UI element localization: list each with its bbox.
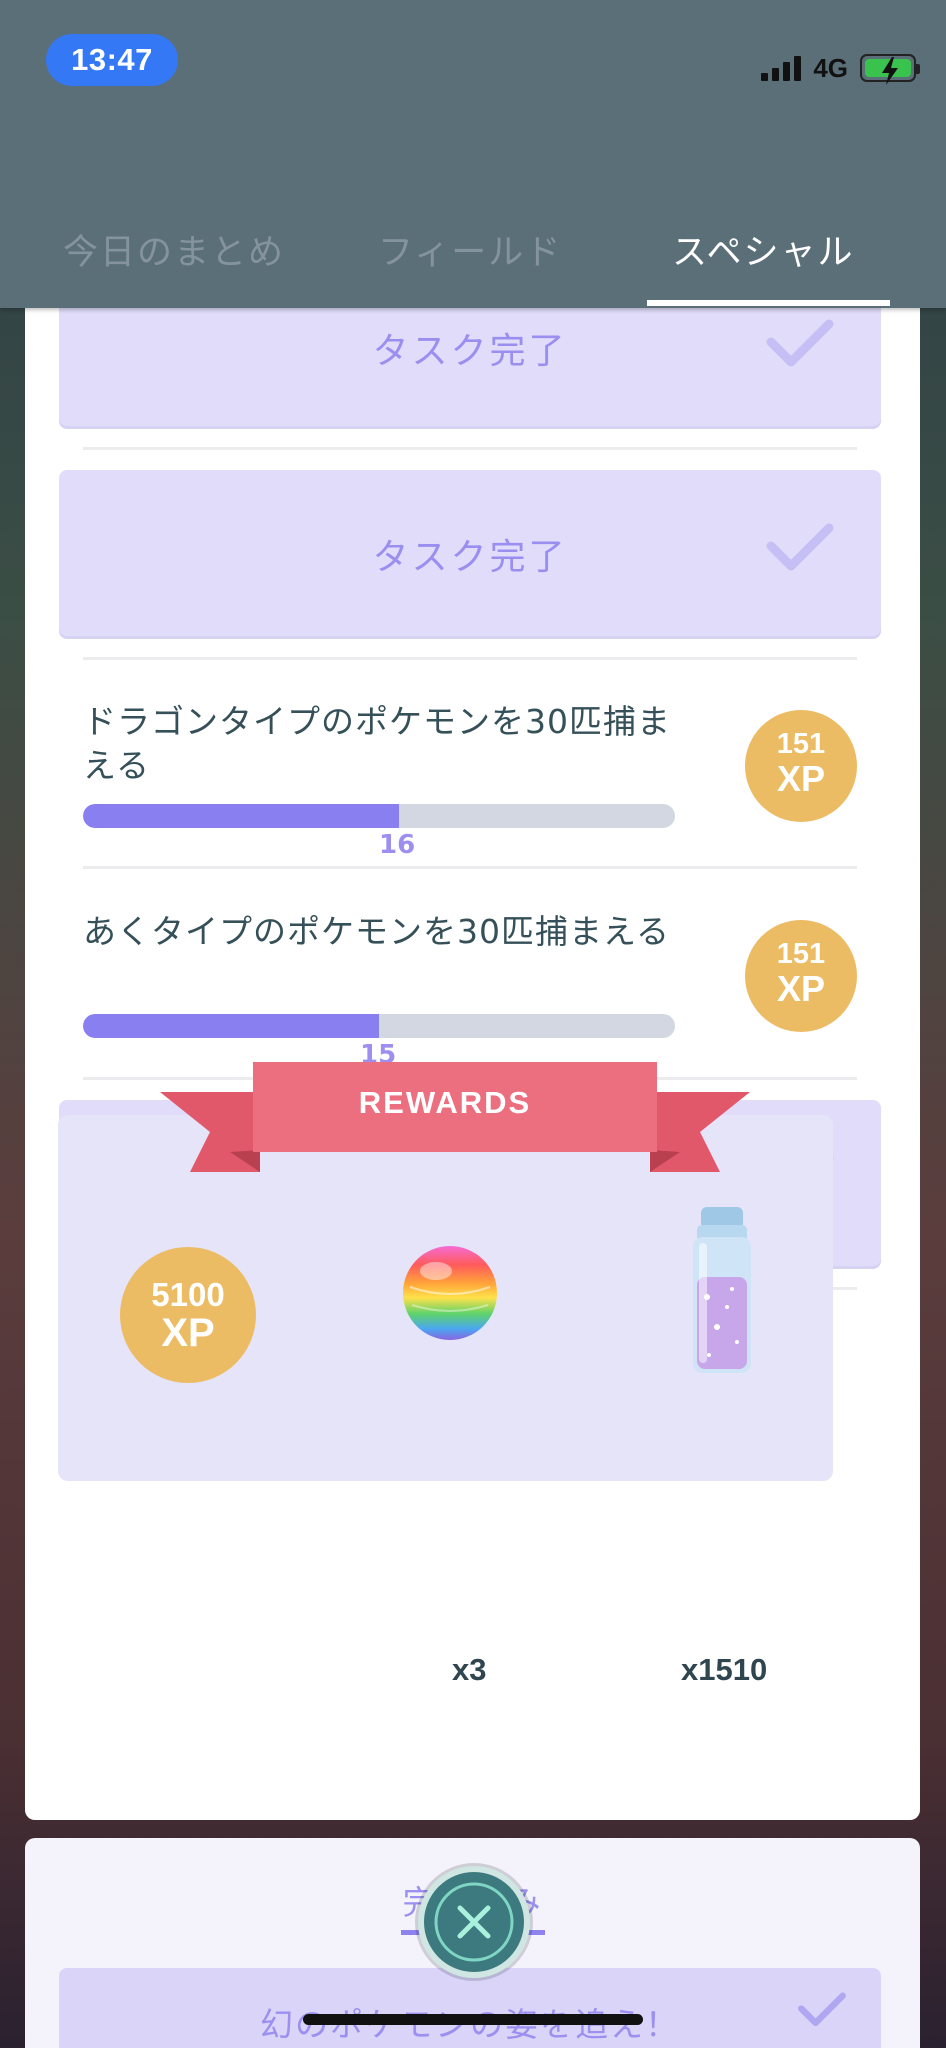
xp-total-unit: XP: [161, 1311, 215, 1355]
xp-reward-unit: XP: [776, 968, 826, 1009]
xp-reward-coin: 151 XP: [745, 710, 857, 822]
task-progress-fill: [83, 1014, 379, 1038]
stardust-bottle-icon: [693, 1207, 751, 1373]
task-complete-label: タスク完了: [372, 331, 568, 372]
task-description: ドラゴンタイプのポケモンを30匹捕まえる: [83, 702, 671, 785]
signal-icon: [761, 55, 802, 81]
divider: [83, 866, 857, 869]
status-icons: 4G: [761, 50, 920, 86]
check-icon: [798, 1992, 846, 2027]
reward-quantity: x1510: [681, 1652, 768, 1687]
battery-icon: [860, 54, 920, 85]
tab-bar: 今日のまとめ フィールド スペシャル: [0, 210, 946, 308]
xp-total-amount: 5100: [151, 1276, 225, 1313]
rewards-title: REWARDS: [358, 1085, 532, 1120]
rainbow-ball-icon: [403, 1246, 497, 1340]
close-icon: [434, 1882, 514, 1962]
xp-reward-coin: 151 XP: [745, 920, 857, 1032]
tab-field[interactable]: フィールド: [378, 224, 562, 275]
home-indicator: [303, 2014, 643, 2025]
task-progress-bar: [83, 804, 675, 828]
divider: [83, 447, 857, 450]
close-button[interactable]: [418, 1866, 530, 1978]
tab-today-summary[interactable]: 今日のまとめ: [63, 224, 285, 275]
xp-total-coin: 5100 XP: [120, 1247, 256, 1383]
check-icon: [766, 523, 834, 571]
task-complete-box[interactable]: タスク完了: [59, 470, 881, 636]
task-progress-fill: [83, 804, 399, 828]
reward-quantity: x3: [452, 1652, 487, 1687]
xp-reward-amount: 151: [776, 728, 826, 760]
divider: [83, 657, 857, 660]
task-progress-bar: [83, 1014, 675, 1038]
xp-reward-amount: 151: [776, 938, 826, 970]
tab-special[interactable]: スペシャル: [672, 224, 855, 275]
status-time: 13:47: [46, 34, 178, 86]
app-header: 13:47 4G 今日のまとめ フィールド スペシャル: [0, 0, 946, 308]
task-complete-label: タスク完了: [372, 537, 568, 578]
check-icon: [766, 319, 834, 367]
quest-card[interactable]: タスク完了 タスク完了 ドラゴンタイプのポケモンを30匹捕まえる 16 151 …: [25, 260, 920, 1820]
task-description: あくタイプのポケモンを30匹捕まえる: [83, 912, 671, 951]
network-type: 4G: [813, 52, 848, 83]
active-tab-indicator: [647, 300, 890, 306]
task-progress-value: 16: [379, 830, 416, 860]
xp-reward-unit: XP: [776, 758, 826, 799]
completed-quest-item[interactable]: 幻のポケモンの姿を追え！: [59, 1968, 881, 2048]
